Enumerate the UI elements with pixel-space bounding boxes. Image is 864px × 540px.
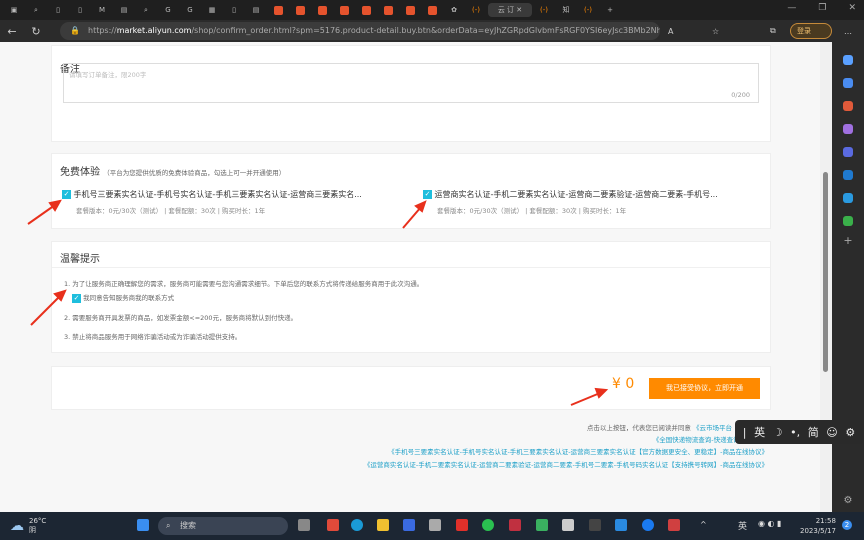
- zy-icon[interactable]: [509, 519, 521, 531]
- app-icon[interactable]: [642, 519, 654, 531]
- tray-lang[interactable]: 英: [738, 519, 747, 532]
- tray-chevron-icon[interactable]: ^: [700, 520, 707, 529]
- clock[interactable]: 21:58 2023/5/17: [800, 516, 836, 536]
- start-icon[interactable]: [137, 519, 149, 531]
- printer-icon[interactable]: [429, 519, 441, 531]
- pycharm-icon[interactable]: [536, 519, 548, 531]
- taskbar-search[interactable]: ⌕ 搜索: [158, 517, 288, 535]
- app-icon[interactable]: [327, 519, 339, 531]
- weather-icon[interactable]: ☁: [10, 518, 24, 534]
- red-arrow: [27, 204, 56, 225]
- red-arrow: [30, 295, 61, 326]
- annotation-arrows: [27, 199, 609, 406]
- weather-desc: 阴: [29, 526, 36, 534]
- notification-badge[interactable]: 2: [842, 520, 852, 530]
- file-explorer-icon[interactable]: [377, 519, 389, 531]
- task-view-icon[interactable]: [298, 519, 310, 531]
- terminal-icon[interactable]: [589, 519, 601, 531]
- red-arrow: [402, 206, 422, 229]
- vscode-icon[interactable]: [615, 519, 627, 531]
- app-icon[interactable]: [668, 519, 680, 531]
- edge-icon[interactable]: [351, 519, 363, 531]
- wifi-icon[interactable]: ◉ ◐ ▮: [758, 519, 781, 528]
- weather-temp: 26°C: [29, 517, 47, 525]
- search-icon: ⌕: [166, 521, 171, 530]
- app-icon[interactable]: [403, 519, 415, 531]
- wechat-icon[interactable]: [482, 519, 494, 531]
- wps-icon[interactable]: [456, 519, 468, 531]
- app-icon[interactable]: [562, 519, 574, 531]
- red-arrow: [570, 392, 601, 406]
- taskbar: ☁ 26°C 阴 ⌕ 搜索 ^ 英 ◉ ◐ ▮ 21:58 2023/5/17 2: [0, 512, 864, 540]
